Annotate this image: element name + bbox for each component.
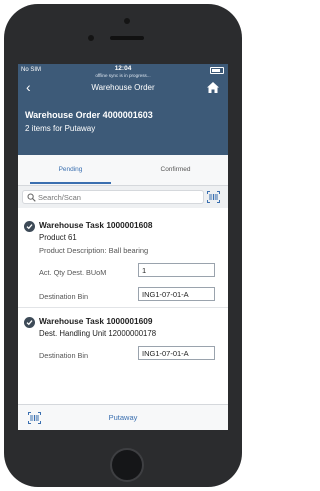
tab-pending[interactable]: Pending: [18, 155, 123, 184]
destination-bin-input[interactable]: [138, 287, 215, 301]
search-box[interactable]: [22, 190, 204, 204]
destination-bin-label: Destination Bin: [39, 351, 89, 360]
destination-bin-label: Destination Bin: [39, 292, 89, 301]
task-item: Warehouse Task 1000001609 Dest. Handling…: [18, 308, 228, 368]
task-product: Product 61: [39, 233, 77, 242]
checkmark-icon: [24, 317, 35, 328]
destination-bin-input[interactable]: [138, 346, 215, 360]
tab-confirmed[interactable]: Confirmed: [123, 155, 228, 184]
task-title: Warehouse Task 1000001608: [39, 220, 153, 230]
task-handling-unit: Dest. Handling Unit 12000000178: [39, 329, 157, 338]
tab-bar: Pending Confirmed: [18, 155, 228, 186]
object-header: Warehouse Order 4000001603 2 items for P…: [18, 98, 228, 155]
search-input[interactable]: [38, 192, 198, 203]
putaway-button[interactable]: Putaway: [18, 413, 228, 422]
earpiece-speaker: [110, 36, 144, 40]
status-bar: No SIM 12:04 offline sync is in progress…: [18, 64, 228, 78]
barcode-icon[interactable]: [207, 191, 220, 203]
home-button[interactable]: [110, 448, 144, 482]
search-bar: [18, 186, 228, 208]
phone-frame: No SIM 12:04 offline sync is in progress…: [0, 0, 246, 491]
nav-bar: ‹ Warehouse Order: [18, 78, 228, 98]
footer-toolbar: Putaway: [18, 404, 228, 430]
search-icon: [27, 193, 36, 202]
quantity-input[interactable]: [138, 263, 215, 277]
page-title: Warehouse Order: [91, 83, 155, 92]
task-item: Warehouse Task 1000001608 Product 61 Pro…: [18, 208, 228, 304]
warehouse-order-title: Warehouse Order 4000001603: [25, 110, 153, 120]
task-product-description: Product Description: Ball bearing: [39, 246, 149, 255]
proximity-sensor: [88, 35, 94, 41]
task-title: Warehouse Task 1000001609: [39, 316, 153, 326]
front-camera: [124, 18, 130, 24]
home-icon[interactable]: [206, 81, 220, 94]
app-screen: No SIM 12:04 offline sync is in progress…: [18, 64, 228, 430]
checkmark-icon: [24, 221, 35, 232]
clock: 12:04: [114, 65, 132, 72]
warehouse-order-subtitle: 2 items for Putaway: [25, 124, 96, 133]
quantity-label: Act. Qty Dest. BUoM: [39, 268, 107, 277]
